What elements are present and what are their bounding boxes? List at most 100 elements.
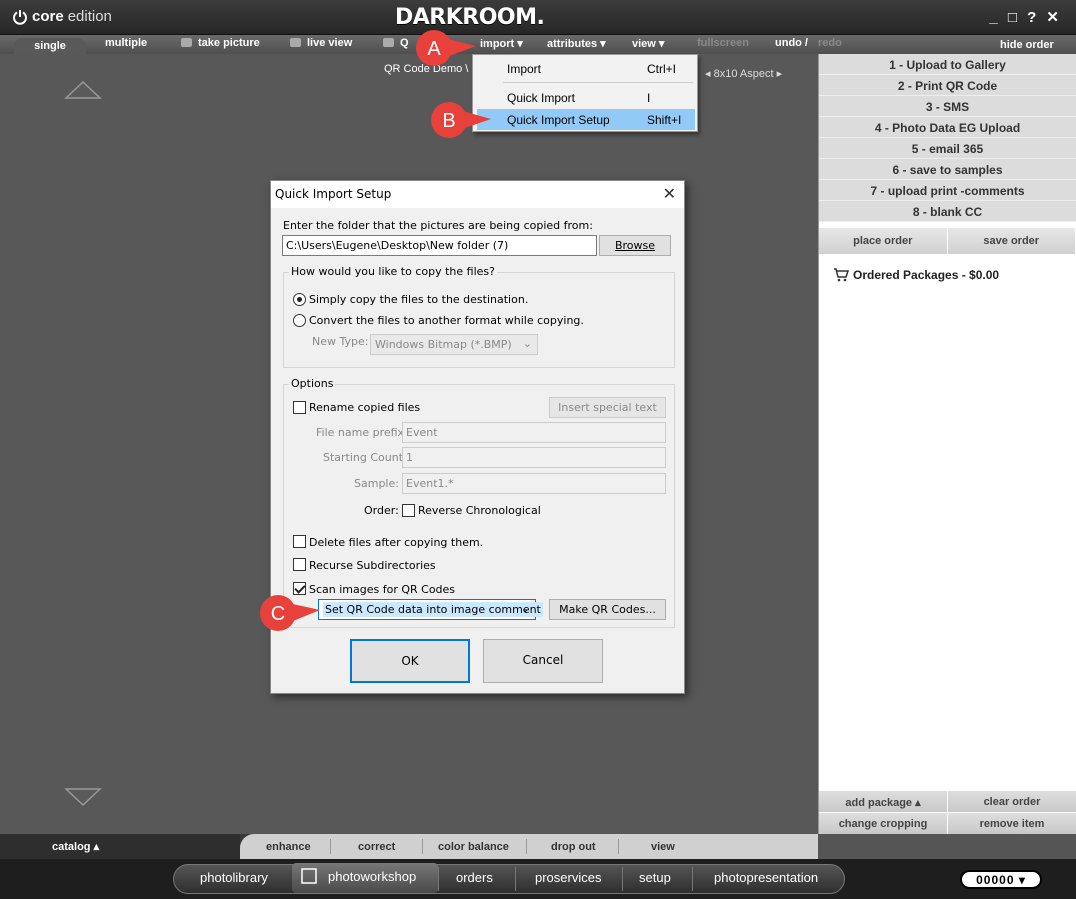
view-menu[interactable]: view ▾: [632, 37, 664, 50]
radio-simple-copy-label[interactable]: Simply copy the files to the destination…: [309, 293, 528, 306]
ordered-packages-label: Ordered Packages - $0.00: [853, 268, 1000, 282]
cart-icon: [834, 268, 849, 282]
make-qr-codes-button[interactable]: Make QR Codes...: [549, 599, 666, 620]
rename-checkbox[interactable]: [293, 401, 306, 414]
add-package-button[interactable]: add package ▴: [819, 790, 948, 812]
preset-item[interactable]: 7 - upload print -comments: [819, 180, 1076, 201]
folder-input[interactable]: C:\Users\Eugene\Desktop\New folder (7): [282, 235, 597, 256]
folder-label: Enter the folder that the pictures are b…: [283, 219, 593, 232]
ordered-packages: Ordered Packages - $0.00: [833, 268, 999, 282]
chevron-down-icon: ⌄: [522, 337, 532, 350]
take-picture-button[interactable]: take picture: [181, 37, 260, 49]
delete-files-label[interactable]: Delete files after copying them.: [309, 536, 483, 549]
clear-order-button[interactable]: clear order: [948, 790, 1076, 812]
module-photolibrary[interactable]: photolibrary: [200, 870, 268, 885]
reverse-chronological-label[interactable]: Reverse Chronological: [418, 504, 541, 517]
preset-item[interactable]: 5 - email 365: [819, 138, 1076, 159]
divider: [515, 867, 516, 891]
preset-item[interactable]: 6 - save to samples: [819, 159, 1076, 180]
monitor-icon: [290, 38, 301, 47]
tab-drop-out[interactable]: drop out: [551, 841, 596, 853]
prefix-input[interactable]: Event: [402, 422, 666, 443]
preset-item[interactable]: 2 - Print QR Code: [819, 75, 1076, 96]
recurse-label[interactable]: Recurse Subdirectories: [309, 559, 436, 572]
qr-button[interactable]: Q: [383, 37, 409, 49]
close-icon[interactable]: ✕: [663, 184, 676, 203]
tab-single[interactable]: single: [14, 38, 86, 54]
recurse-checkbox[interactable]: [293, 558, 306, 571]
qr-label: Q: [400, 37, 409, 49]
menu-item-quick-import-setup[interactable]: Quick Import Setup Shift+I: [477, 109, 695, 130]
sample-input[interactable]: Event1.*: [402, 473, 666, 494]
insert-special-text-button[interactable]: Insert special text: [549, 397, 666, 418]
module-photopresentation[interactable]: photopresentation: [714, 870, 818, 885]
image-counter[interactable]: 00000 ▾: [960, 870, 1042, 889]
tab-view[interactable]: view: [651, 841, 675, 853]
undo-button[interactable]: undo /: [775, 37, 808, 49]
aspect-selector[interactable]: ◂ 8x10 Aspect ▸: [705, 67, 782, 80]
options-group-title: Options: [289, 377, 336, 390]
reverse-chronological-checkbox[interactable]: [402, 504, 415, 517]
order-actions: add package ▴ clear order change croppin…: [819, 790, 1076, 834]
rename-label[interactable]: Rename copied files: [309, 401, 420, 414]
workshop-tabs: catalog ▴ enhance correct color balance …: [0, 834, 818, 859]
fullscreen-button[interactable]: fullscreen: [697, 37, 749, 49]
tab-multiple[interactable]: multiple: [105, 37, 147, 49]
tab-color-balance[interactable]: color balance: [438, 841, 509, 853]
order-buttons: place order save order: [819, 228, 1076, 254]
save-order-button[interactable]: save order: [947, 228, 1076, 254]
live-view-button[interactable]: live view: [290, 37, 352, 49]
module-setup[interactable]: setup: [639, 870, 671, 885]
radio-simple-copy[interactable]: [293, 293, 306, 306]
chevron-down-icon: ⌄: [520, 602, 530, 615]
radio-convert-label[interactable]: Convert the files to another format whil…: [309, 314, 584, 327]
main-toolbar: single multiple take picture live view Q…: [0, 35, 1076, 54]
menu-item-shortcut: Shift+I: [647, 113, 682, 127]
preset-item[interactable]: 3 - SMS: [819, 96, 1076, 117]
catalog-tab[interactable]: catalog ▴: [0, 834, 240, 859]
preset-item[interactable]: 8 - blank CC: [819, 201, 1076, 222]
menu-item-import[interactable]: Import Ctrl+I: [477, 58, 695, 79]
menu-divider: [503, 82, 693, 83]
callout-c: C: [260, 595, 320, 631]
new-type-select[interactable]: Windows Bitmap (*.BMP) ⌄: [370, 334, 538, 355]
scroll-up-arrow-icon[interactable]: [64, 80, 102, 100]
cancel-button[interactable]: Cancel: [483, 639, 603, 683]
window-controls[interactable]: _ □ ? ✕: [989, 8, 1062, 26]
preset-item[interactable]: 4 - Photo Data EG Upload: [819, 117, 1076, 138]
copy-group-title: How would you like to copy the files?: [289, 265, 497, 278]
place-order-button[interactable]: place order: [819, 228, 948, 254]
browse-button[interactable]: Browse: [599, 235, 671, 256]
change-cropping-button[interactable]: change cropping: [819, 812, 948, 834]
starting-count-input[interactable]: 1: [402, 447, 666, 468]
module-photoworkshop[interactable]: photoworkshop: [328, 869, 416, 884]
delete-files-checkbox[interactable]: [293, 535, 306, 548]
menu-item-shortcut: I: [647, 91, 651, 105]
callout-c-text: C: [271, 603, 285, 625]
callout-b-text: B: [442, 110, 455, 132]
tab-enhance[interactable]: enhance: [266, 841, 311, 853]
attributes-menu[interactable]: attributes ▾: [547, 37, 606, 50]
order-label: Order:: [364, 504, 399, 517]
radio-convert[interactable]: [293, 314, 306, 327]
module-orders[interactable]: orders: [456, 870, 493, 885]
menu-item-label: Quick Import Setup: [507, 113, 610, 127]
power-icon[interactable]: [12, 9, 28, 25]
callout-a: A: [416, 30, 476, 66]
menu-item-shortcut: Ctrl+I: [647, 62, 677, 76]
camera-icon: [181, 38, 192, 47]
redo-button[interactable]: redo: [818, 37, 842, 49]
menu-item-quick-import[interactable]: Quick Import I: [477, 87, 695, 108]
tab-correct[interactable]: correct: [358, 841, 395, 853]
live-view-label: live view: [307, 37, 353, 49]
qr-option-select[interactable]: Set QR Code data into image comment ⌄: [318, 599, 543, 620]
scroll-down-arrow-icon[interactable]: [64, 787, 102, 807]
remove-item-button[interactable]: remove item: [948, 812, 1076, 834]
preset-item[interactable]: 1 - Upload to Gallery: [819, 54, 1076, 75]
preset-list: 1 - Upload to Gallery 2 - Print QR Code 3 …: [819, 54, 1076, 222]
callout-a-text: A: [427, 38, 441, 60]
ok-button[interactable]: OK: [350, 639, 470, 683]
title-bar: core edition DARKROOM. _ □ ? ✕: [0, 0, 1076, 35]
hide-order-button[interactable]: hide order: [1000, 39, 1054, 51]
module-proservices[interactable]: proservices: [535, 870, 601, 885]
